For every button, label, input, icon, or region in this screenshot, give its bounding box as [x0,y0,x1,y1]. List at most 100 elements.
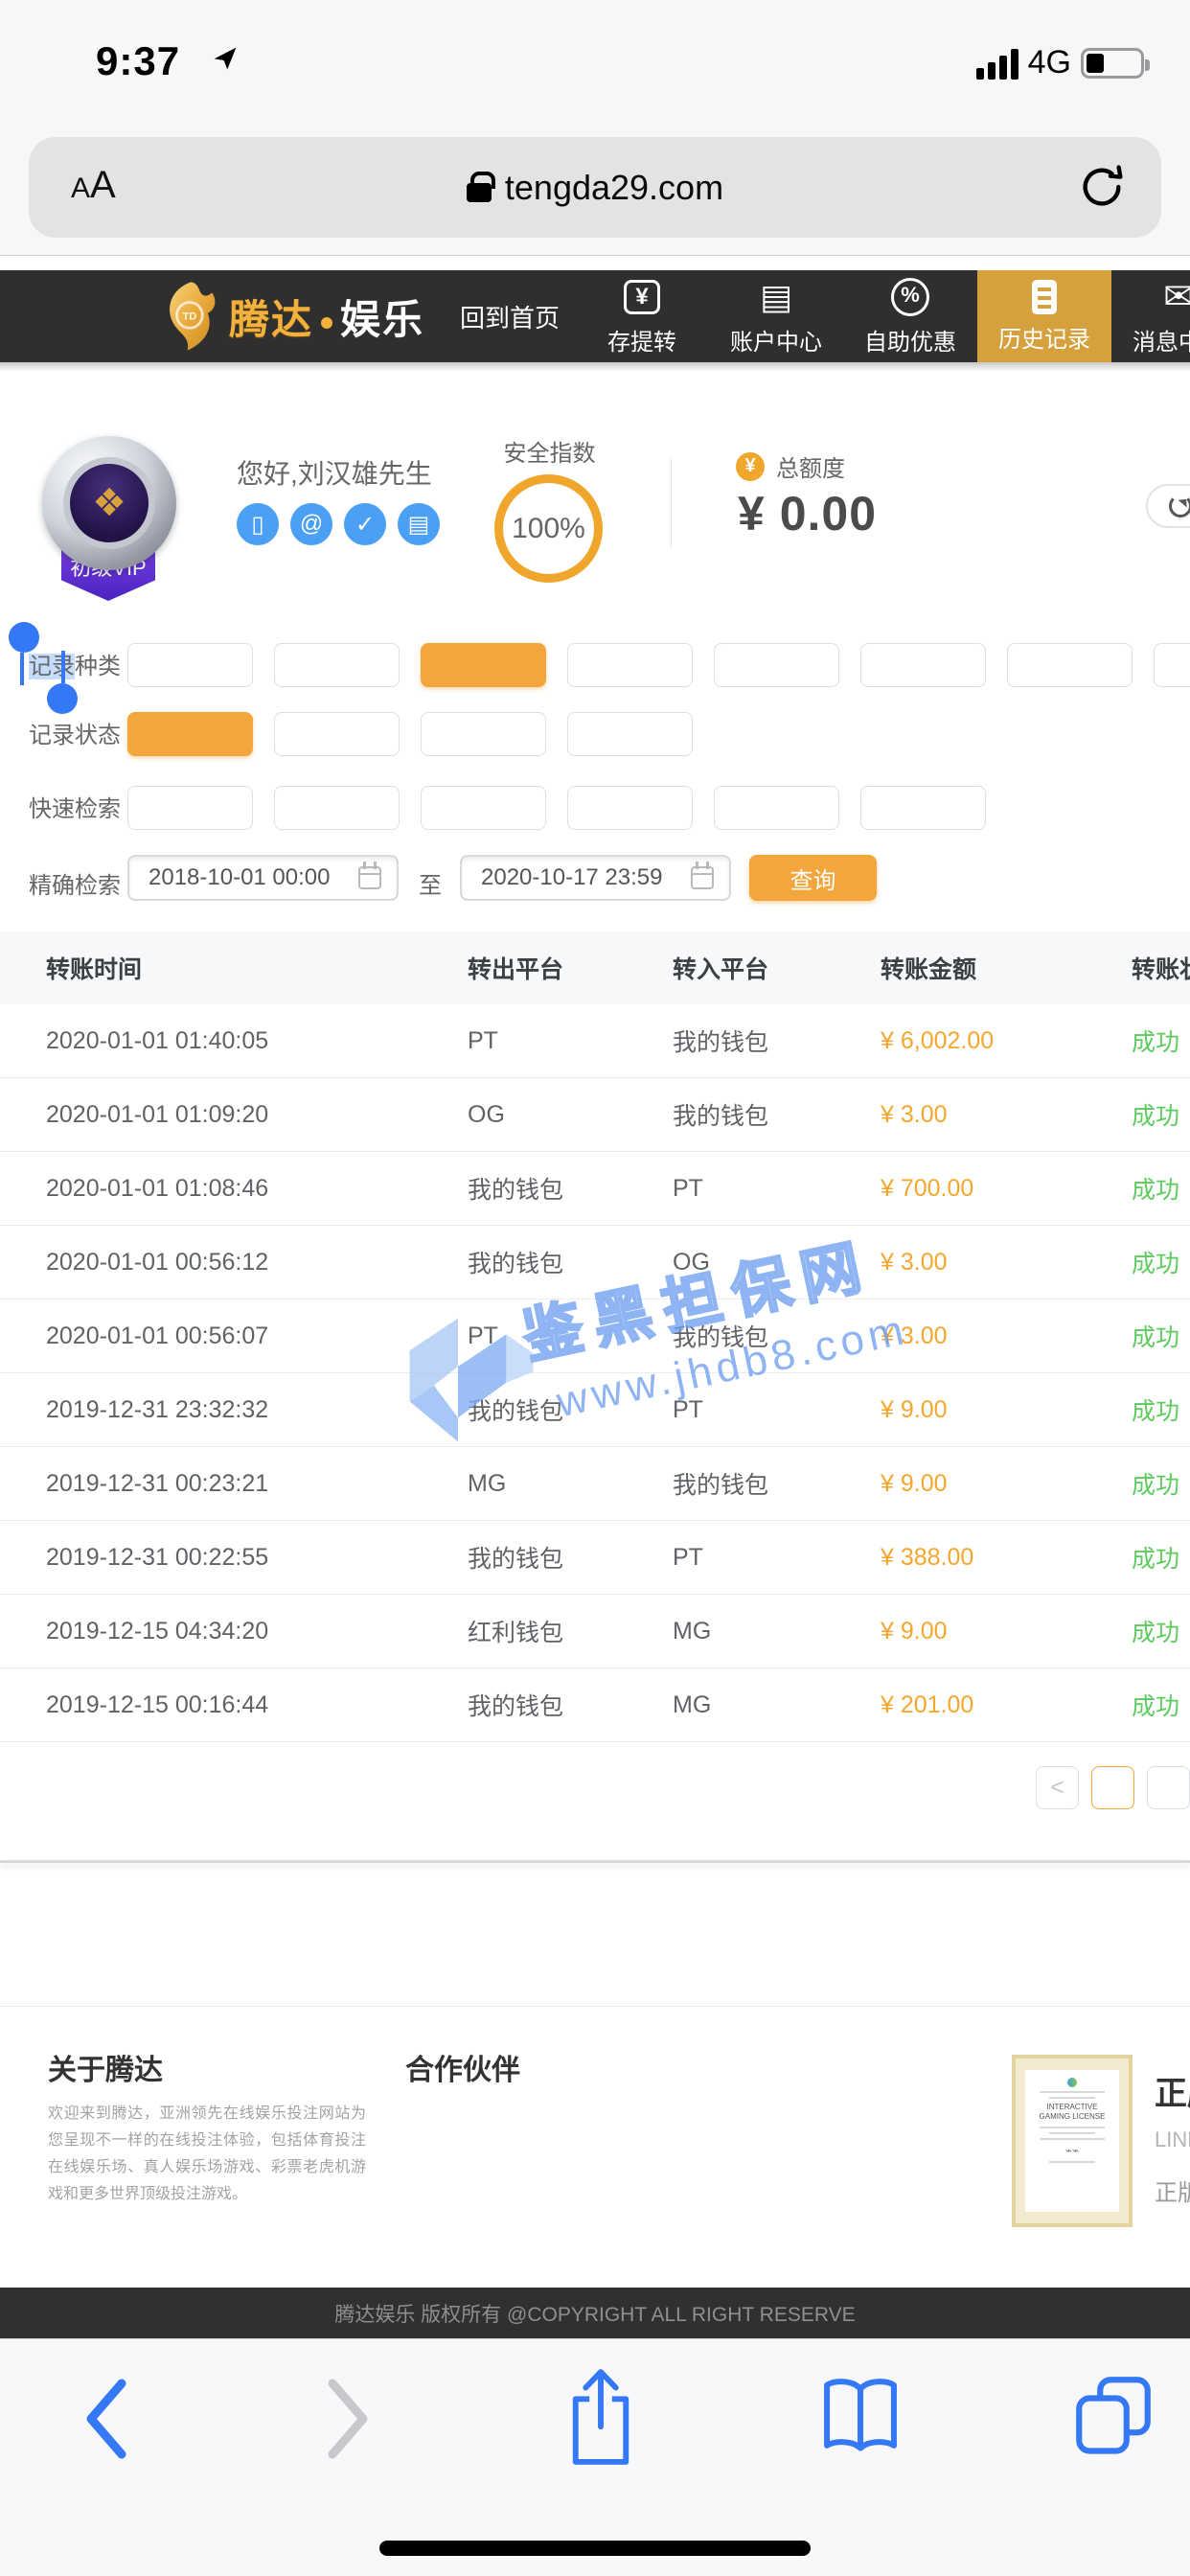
cert-seal-icon [1067,2078,1077,2087]
security-index-label: 安全指数 [494,434,605,468]
filter-option[interactable] [421,786,546,830]
filter-option[interactable] [1154,643,1190,687]
filter-option[interactable] [127,786,253,830]
bookmarks-button[interactable] [819,2376,902,2456]
filter-option[interactable] [127,712,253,756]
page-button[interactable] [1091,1766,1134,1809]
shield-check-icon[interactable]: ✓ [344,503,386,545]
calendar-icon [691,866,714,889]
cell-status: 成功 [1132,1540,1190,1575]
about-title: 关于腾达 [48,2046,163,2088]
nav-item-message[interactable]: 消息中心 [1111,270,1190,362]
nav-item-deposit[interactable]: 存提转 [575,270,709,362]
partner-logos [405,2104,942,2123]
filter-option[interactable] [274,712,400,756]
tabs-button[interactable] [1071,2372,1156,2456]
security-index-gauge: 100% [494,474,603,583]
selection-handle-end[interactable] [59,651,78,714]
copyright-text: 腾达娱乐 版权所有 @COPYRIGHT ALL RIGHT RESERVE [334,2299,855,2328]
cell-status: 成功 [1132,1466,1190,1501]
table-row: 2019-12-31 00:22:55 我的钱包 PT ¥ 388.00 成功 [0,1521,1190,1595]
site-logo[interactable]: TD 腾达 娱乐 [158,270,424,362]
cell-amount: ¥ 9.00 [881,1396,1132,1424]
cell-to: MG [673,1618,881,1645]
location-arrow-icon [213,46,238,71]
pagination: < [1036,1766,1190,1809]
selection-handle-start[interactable] [9,622,39,685]
site-navbar: TD 腾达 娱乐 回到首页 存提转 账户中心 自助优惠 [0,270,1190,362]
filter-option[interactable] [860,643,986,687]
cell-amount: ¥ 700.00 [881,1175,1132,1203]
filter-option[interactable] [714,643,839,687]
cert-title: INTERACTIVE GAMING LICENSE [1031,2103,1113,2123]
filter-option[interactable] [567,786,693,830]
partners-title: 合作伙伴 [405,2046,520,2088]
total-quota-label: 总额度 [776,449,845,483]
cell-from: 我的钱包 [468,1245,673,1279]
message-icon [1163,277,1190,317]
reload-button[interactable] [1077,162,1127,212]
search-button[interactable]: 查询 [749,855,877,901]
license-line1: LINENC [1155,2128,1190,2152]
nav-item-promo[interactable]: 自助优惠 [843,270,977,362]
cell-amount: ¥ 3.00 [881,1249,1132,1276]
filter-option[interactable] [567,712,693,756]
about-text: 欢迎来到腾达，亚洲领先在线娱乐投注网站为您呈现不一样的在线投注体验，包括体育投注… [48,2101,366,2208]
promo-icon [891,277,929,317]
divider [671,457,672,549]
copyright-bar: 腾达娱乐 版权所有 @COPYRIGHT ALL RIGHT RESERVE [0,2288,1190,2338]
filter-option[interactable] [274,643,400,687]
total-quota-value: ¥ 0.00 [738,486,877,541]
address-bar[interactable]: AA tengda29.com [29,137,1161,238]
date-from-input[interactable]: 2018-10-01 00:00 [127,855,399,901]
table-row: 2020-01-01 00:56:12 我的钱包 OG ¥ 3.00 成功 [0,1226,1190,1300]
account-icon [760,277,792,317]
history-icon [1032,280,1057,314]
cell-time: 2020-01-01 00:56:07 [46,1322,468,1350]
cell-from: MG [468,1470,673,1498]
share-button[interactable] [561,2366,641,2470]
back-to-home-link[interactable]: 回到首页 [460,270,560,362]
back-button[interactable] [81,2378,131,2460]
exact-search-label: 精确检索 [29,866,121,900]
filter-option[interactable] [274,786,400,830]
cell-from: 我的钱包 [468,1392,673,1427]
cell-time: 2019-12-15 04:34:20 [46,1618,468,1645]
filter-option[interactable] [1007,643,1133,687]
phone-icon[interactable]: ▯ [237,503,279,545]
cell-status: 成功 [1132,1097,1190,1132]
nav-item-account[interactable]: 账户中心 [709,270,843,362]
cell-status: 成功 [1132,1171,1190,1206]
cell-amount: ¥ 3.00 [881,1322,1132,1350]
filter-option[interactable] [421,712,546,756]
cell-amount: ¥ 201.00 [881,1691,1132,1719]
at-email-icon[interactable]: @ [290,503,332,545]
table-header: 转账时间 转出平台 转入平台 转账金额 转账状态 [0,932,1190,1004]
cell-from: 红利钱包 [468,1614,673,1648]
bank-card-icon[interactable]: ▤ [398,503,440,545]
vip-medal-icon: ❖ [42,436,176,570]
nav-item-history[interactable]: 历史记录 [977,270,1111,362]
refresh-balance-button[interactable] [1146,484,1190,528]
cell-time: 2020-01-01 00:56:12 [46,1249,468,1276]
col-amount: 转账金额 [881,951,1132,985]
filter-option[interactable] [567,643,693,687]
date-to-input[interactable]: 2020-10-17 23:59 [460,855,731,901]
forward-button[interactable] [323,2378,373,2460]
home-indicator[interactable] [379,2541,811,2556]
quick-search-label: 快速检索 [29,790,121,823]
date-from-value: 2018-10-01 00:00 [149,864,358,891]
cell-to: 我的钱包 [673,1319,881,1353]
filter-option[interactable] [127,643,253,687]
filter-option[interactable] [860,786,986,830]
refresh-icon [1169,494,1190,518]
filter-option[interactable] [714,786,839,830]
cell-status: 成功 [1132,1319,1190,1353]
date-to-value: 2020-10-17 23:59 [481,864,691,891]
cell-status: 成功 [1132,1245,1190,1279]
prev-page-button[interactable]: < [1036,1766,1079,1809]
cell-to: PT [673,1544,881,1572]
filter-option[interactable] [421,643,546,687]
cell-to: OG [673,1249,881,1276]
page-button[interactable] [1147,1766,1190,1809]
